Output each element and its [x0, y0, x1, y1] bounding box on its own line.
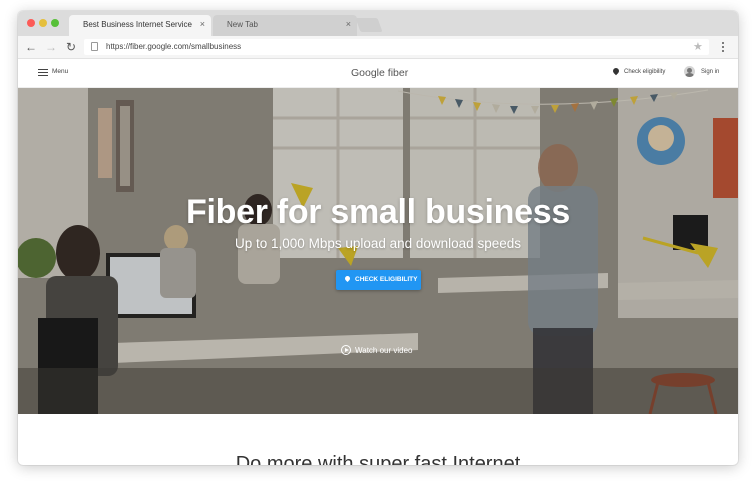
- url-text: https://fiber.google.com/smallbusiness: [106, 42, 242, 51]
- location-pin-icon[interactable]: [611, 66, 621, 76]
- close-window-button[interactable]: [27, 19, 35, 27]
- tab-close-icon[interactable]: ×: [200, 19, 205, 29]
- tab-title: New Tab: [227, 20, 258, 29]
- check-eligibility-label: CHECK ELIGIBILITY: [355, 276, 418, 283]
- browser-window: Best Business Internet Service × New Tab…: [18, 11, 738, 465]
- maximize-window-button[interactable]: [51, 19, 59, 27]
- tab-business-internet[interactable]: Best Business Internet Service ×: [69, 15, 211, 36]
- hero-title: Fiber for small business: [186, 193, 570, 231]
- site-header: Menu Google fiber Check eligibility Sign…: [18, 59, 738, 88]
- new-tab-button[interactable]: [355, 18, 383, 32]
- back-arrow-icon[interactable]: ←: [24, 40, 38, 54]
- account-avatar-icon[interactable]: [684, 66, 695, 77]
- menu-link[interactable]: Menu: [52, 68, 68, 75]
- google-fiber-logo[interactable]: Google fiber: [351, 67, 408, 79]
- minimize-window-button[interactable]: [39, 19, 47, 27]
- address-bar[interactable]: https://fiber.google.com/smallbusiness ★: [84, 39, 709, 55]
- check-eligibility-button[interactable]: CHECK ELIGIBILITY: [336, 270, 421, 290]
- hamburger-icon[interactable]: [38, 69, 48, 77]
- forward-arrow-icon[interactable]: →: [44, 40, 58, 54]
- browser-menu-icon[interactable]: [720, 40, 726, 54]
- watch-video-label: Watch our video: [355, 346, 413, 355]
- hero-overlay: [18, 88, 738, 414]
- page-icon: [91, 42, 98, 51]
- hero-banner: Fiber for small business Up to 1,000 Mbp…: [18, 88, 738, 414]
- location-pin-icon: [343, 274, 352, 283]
- check-eligibility-link[interactable]: Check eligibility: [624, 69, 665, 75]
- tab-new-tab[interactable]: New Tab ×: [213, 15, 357, 36]
- browser-toolbar: ← → ↻ https://fiber.google.com/smallbusi…: [18, 36, 738, 59]
- play-circle-icon: [341, 345, 351, 355]
- sign-in-link[interactable]: Sign in: [701, 69, 719, 75]
- tab-close-icon[interactable]: ×: [346, 19, 351, 29]
- tab-title: Best Business Internet Service: [83, 20, 192, 29]
- section-title: Do more with super fast Internet: [235, 453, 521, 465]
- reload-icon[interactable]: ↻: [64, 40, 78, 54]
- hero-subtitle: Up to 1,000 Mbps upload and download spe…: [235, 236, 521, 251]
- bookmark-star-icon[interactable]: ★: [693, 40, 703, 53]
- tab-strip: Best Business Internet Service × New Tab…: [18, 11, 738, 36]
